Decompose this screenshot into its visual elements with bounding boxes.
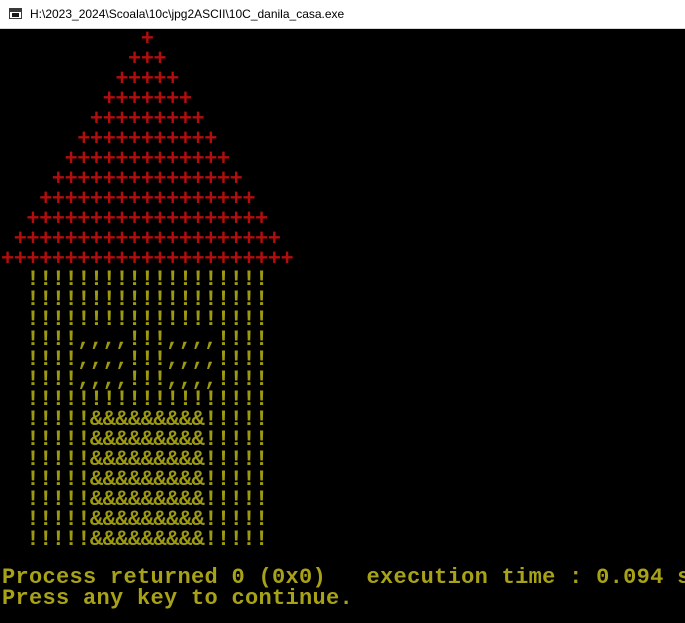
wall-row: !!!!!&&&&&&&&&!!!!! xyxy=(1,527,268,552)
console-output[interactable]: + +++ +++++ +++++++ +++++++++ ++++++++++… xyxy=(0,29,685,623)
console-app-icon xyxy=(9,8,22,19)
press-any-key-line: Press any key to continue. xyxy=(2,586,354,611)
window-title: H:\2023_2024\Scoala\10c\jpg2ASCII\10C_da… xyxy=(30,7,345,21)
ascii-house-art: + +++ +++++ +++++++ +++++++++ ++++++++++… xyxy=(1,29,294,552)
process-status: Process returned 0 (0x0) execution time … xyxy=(2,567,685,611)
console-window: H:\2023_2024\Scoala\10c\jpg2ASCII\10C_da… xyxy=(0,0,685,623)
title-bar[interactable]: H:\2023_2024\Scoala\10c\jpg2ASCII\10C_da… xyxy=(0,0,685,29)
